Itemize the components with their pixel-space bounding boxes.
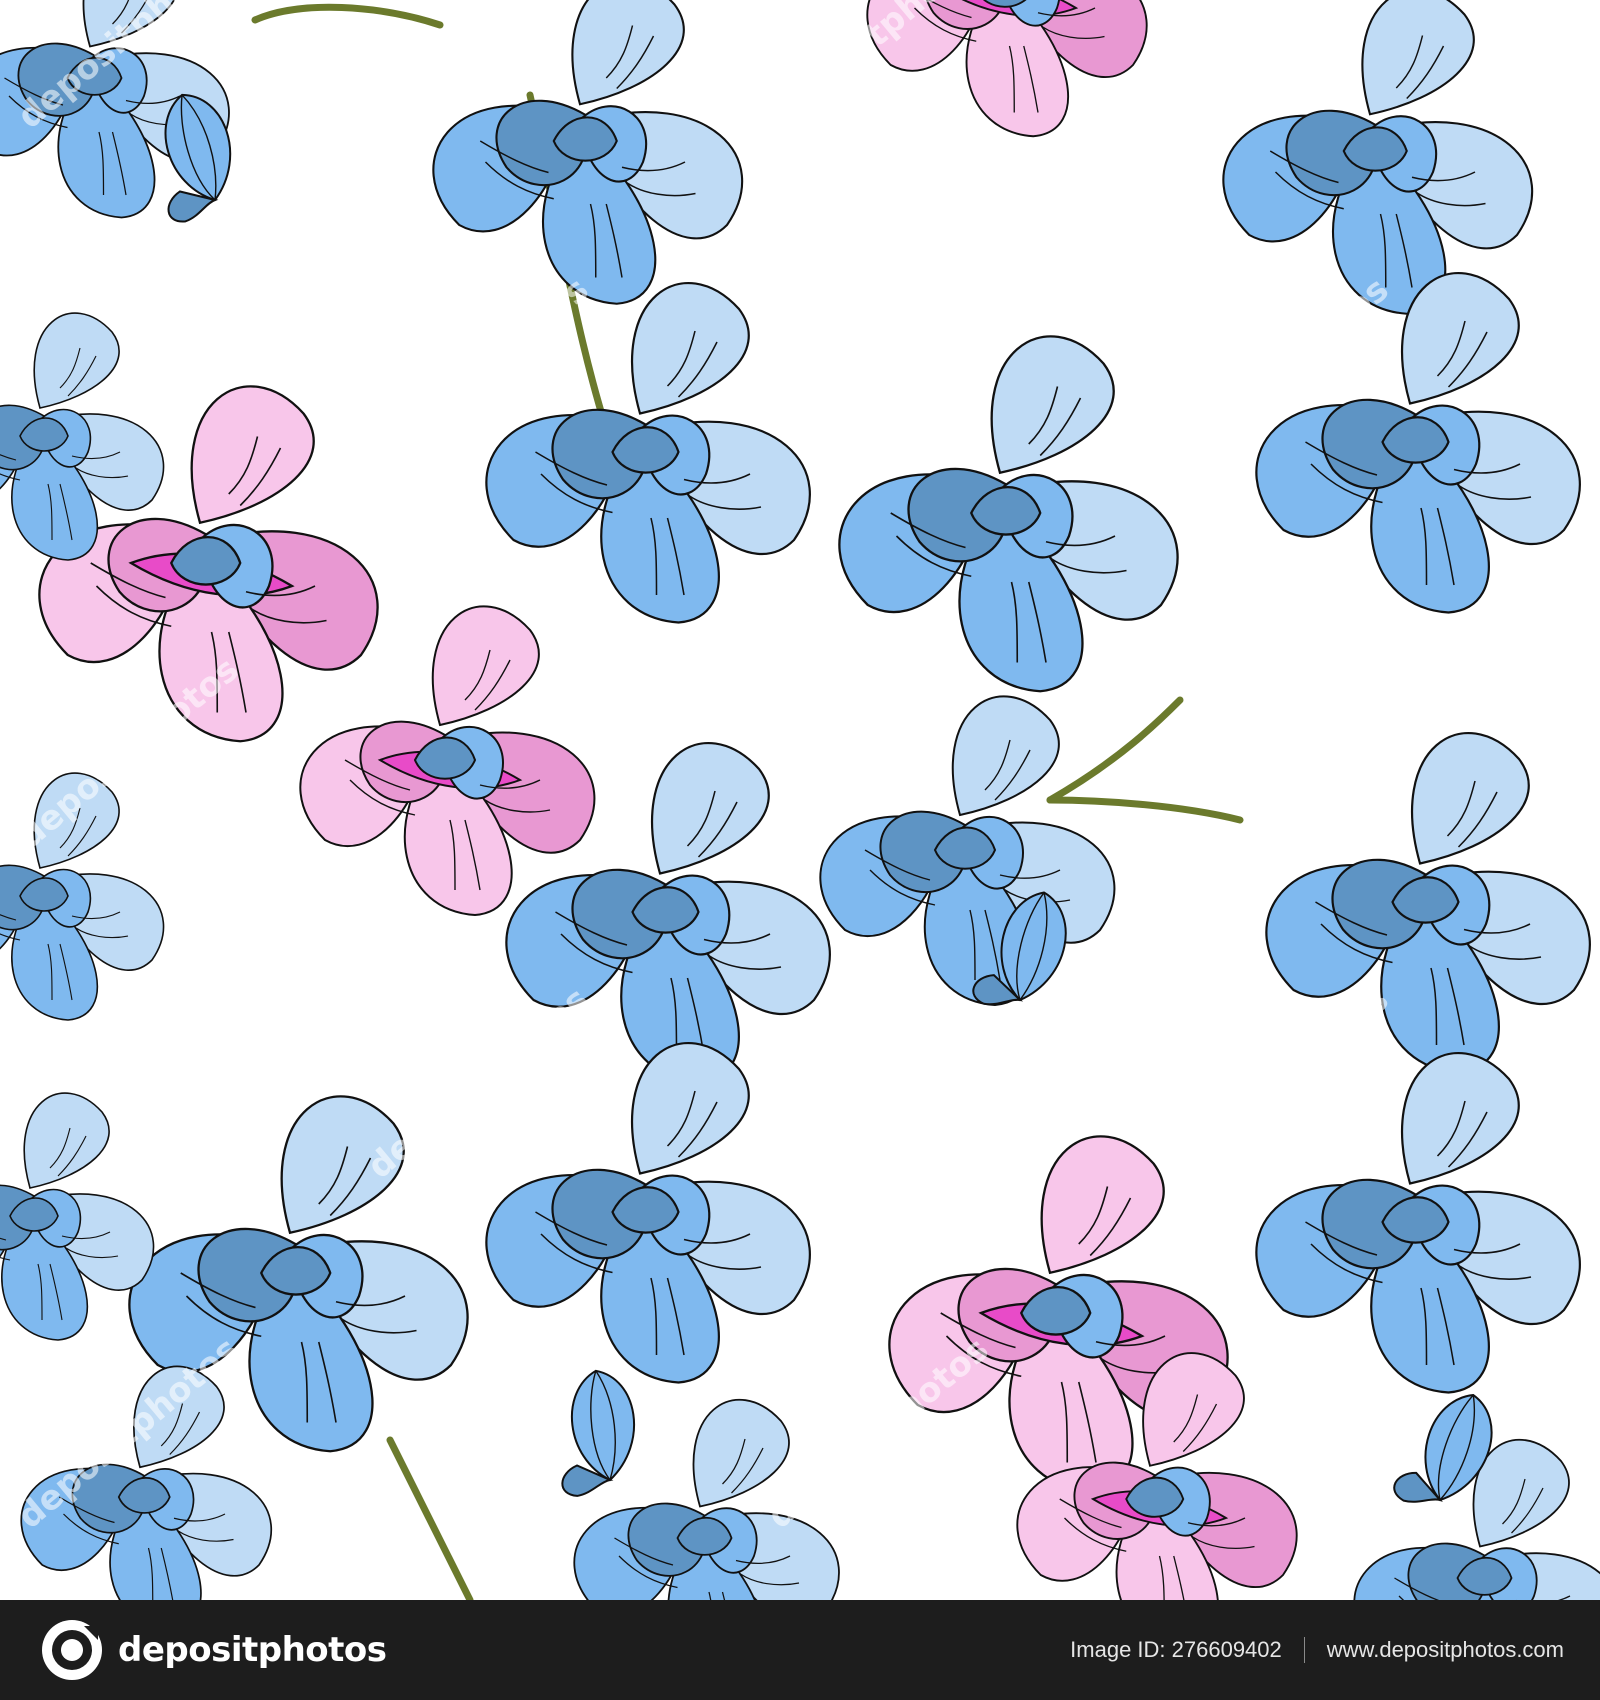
site-link[interactable]: www.depositphotos.com [1327, 1637, 1564, 1663]
watermark-text-8: depositphotos [360, 979, 596, 1186]
watermark-text-7: depositphotos [1160, 979, 1396, 1186]
watermark-text-9: depositphotos [760, 1329, 996, 1536]
brand-name: depositphotos [118, 1630, 387, 1670]
footer-divider [1303, 1637, 1305, 1663]
depositphotos-logo-icon [42, 1620, 102, 1680]
stock-footer: depositphotos Image ID: 276609402 www.de… [0, 1600, 1600, 1700]
orchid-pattern-artwork: depositphotos depositphotos depositphoto… [0, 0, 1600, 1600]
image-id: Image ID: 276609402 [1070, 1637, 1282, 1662]
brand[interactable]: depositphotos [40, 1618, 387, 1682]
watermark-text-6: depositphotos [10, 649, 246, 856]
orchid-pattern-svg: depositphotos depositphotos depositphoto… [0, 0, 1600, 1600]
